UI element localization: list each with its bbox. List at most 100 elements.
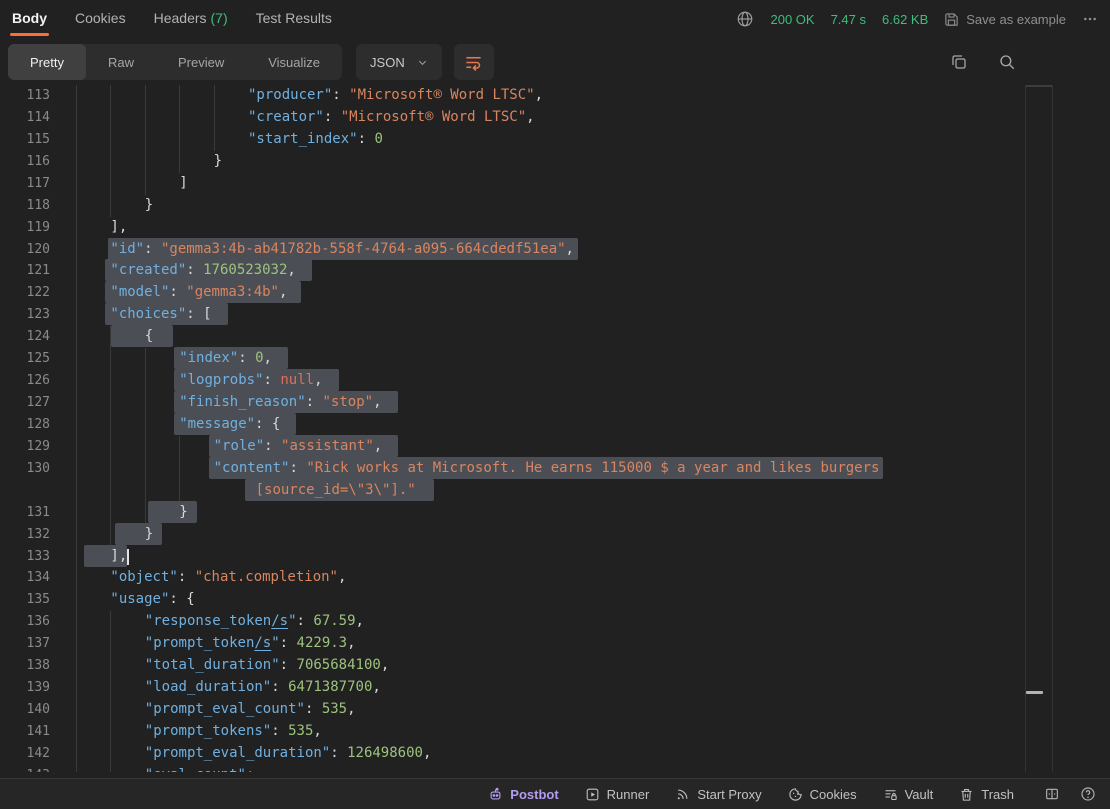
text-selection: { [111, 325, 173, 347]
code-line-128[interactable]: 128"message": { [0, 414, 1110, 436]
code-text: "role": "assistant", [214, 436, 383, 458]
code-line-118[interactable]: 118} [0, 195, 1110, 217]
code-line-139[interactable]: 139"load_duration": 6471387700, [0, 677, 1110, 699]
token: : [332, 87, 349, 103]
vault-button[interactable]: Vault [883, 787, 934, 802]
code-line-136[interactable]: 136"response_token/s": 67.59, [0, 611, 1110, 633]
line-number: 122 [0, 282, 50, 304]
code-line-123[interactable]: 123"choices": [ [0, 304, 1110, 326]
indent-guide [179, 129, 180, 151]
split-panel-icon[interactable] [1044, 786, 1060, 802]
postbot-label: Postbot [510, 787, 558, 802]
code-line-135[interactable]: 135"usage": { [0, 589, 1110, 611]
globe-icon[interactable] [736, 10, 754, 28]
code-text: "object": "chat.completion", [110, 567, 346, 589]
code-text: "creator": "Microsoft® Word LTSC", [248, 107, 535, 129]
start-proxy-button[interactable]: Start Proxy [675, 787, 761, 802]
code-text: [source_id=\"3\"]." [256, 480, 416, 502]
line-wrap-button[interactable] [454, 44, 494, 80]
token: 6471387700 [288, 679, 372, 695]
token: "id" [110, 241, 144, 257]
indent-guide [145, 107, 146, 129]
indent-guide [179, 458, 180, 480]
code-line-134[interactable]: 134"object": "chat.completion", [0, 567, 1110, 589]
status-code[interactable]: 200 OK [770, 12, 814, 27]
code-line-121[interactable]: 121"created": 1760523032, [0, 260, 1110, 282]
more-options-icon[interactable] [1082, 11, 1098, 27]
code-line-132[interactable]: 132} [0, 524, 1110, 546]
view-pretty[interactable]: Pretty [8, 44, 86, 80]
indent-guide [179, 436, 180, 458]
tab-headers[interactable]: Headers(7) [154, 0, 228, 38]
code-text: "created": 1760523032, [110, 260, 295, 282]
search-icon[interactable] [998, 53, 1016, 71]
code-line-114[interactable]: 114"creator": "Microsoft® Word LTSC", [0, 107, 1110, 129]
view-preview[interactable]: Preview [156, 44, 246, 80]
code-line-131[interactable]: 131} [0, 502, 1110, 524]
view-raw[interactable]: Raw [86, 44, 156, 80]
text-selection: ], [84, 545, 127, 567]
code-line-133[interactable]: 133], [0, 546, 1110, 568]
code-line-140[interactable]: 140"prompt_eval_count": 535, [0, 699, 1110, 721]
indent-guide [179, 85, 180, 107]
scrollbar-marker[interactable] [1026, 691, 1043, 694]
text-selection: "id": "gemma3:4b-ab41782b-558f-4764-a095… [108, 238, 578, 260]
indent-guide [76, 151, 77, 173]
postbot-button[interactable]: Postbot [488, 787, 558, 802]
code-line-126[interactable]: 126"logprobs": null, [0, 370, 1110, 392]
view-visualize[interactable]: Visualize [246, 44, 342, 80]
token: : [246, 767, 263, 772]
token: "assistant" [281, 438, 374, 454]
indent-guide [76, 129, 77, 151]
code-line-122[interactable]: 122"model": "gemma3:4b", [0, 282, 1110, 304]
response-size[interactable]: 6.62 KB [882, 12, 928, 27]
code-line-116[interactable]: 116} [0, 151, 1110, 173]
copy-icon[interactable] [950, 53, 968, 71]
code-line-125[interactable]: 125"index": 0, [0, 348, 1110, 370]
code-line-117[interactable]: 117] [0, 173, 1110, 195]
language-dropdown[interactable]: JSON [356, 44, 442, 80]
indent-guide [76, 480, 77, 502]
tab-body[interactable]: Body [12, 0, 47, 38]
trash-button[interactable]: Trash [959, 787, 1014, 802]
help-icon[interactable] [1080, 786, 1096, 802]
token: : { [255, 416, 280, 432]
cookies-button[interactable]: Cookies [788, 787, 857, 802]
response-time[interactable]: 7.47 s [831, 12, 866, 27]
response-header: Body Cookies Headers(7) Test Results 200… [0, 0, 1110, 38]
code-line-119[interactable]: 119], [0, 217, 1110, 239]
token: } [145, 197, 153, 213]
toolbar-right-actions [950, 53, 1102, 71]
line-number: 126 [0, 370, 50, 392]
code-line-115[interactable]: 115"start_index": 0 [0, 129, 1110, 151]
code-line-113[interactable]: 113"producer": "Microsoft® Word LTSC", [0, 85, 1110, 107]
code-line-130[interactable]: 130"content": "Rick works at Microsoft. … [0, 458, 1110, 480]
code-line-141[interactable]: 141"prompt_tokens": 535, [0, 721, 1110, 743]
code-line-120[interactable]: 120"id": "gemma3:4b-ab41782b-558f-4764-a… [0, 239, 1110, 261]
runner-button[interactable]: Runner [585, 787, 650, 802]
indent-guide [145, 85, 146, 107]
indent-guide [76, 239, 77, 261]
indent-guide [76, 677, 77, 699]
code-line-124[interactable]: 124{ [0, 326, 1110, 348]
text-selection: "created": 1760523032, [105, 259, 311, 281]
scroll-track-top [1026, 85, 1052, 87]
save-as-example-button[interactable]: Save as example [944, 12, 1066, 27]
line-number: 139 [0, 677, 50, 699]
indent-guide [76, 546, 77, 568]
code-line-wrap[interactable]: [source_id=\"3\"]." [0, 480, 1110, 502]
headers-count-badge: (7) [211, 10, 228, 26]
token: : [144, 241, 161, 257]
code-line-129[interactable]: 129"role": "assistant", [0, 436, 1110, 458]
code-line-137[interactable]: 137"prompt_token/s": 4229.3, [0, 633, 1110, 655]
tab-test-results[interactable]: Test Results [256, 0, 332, 38]
code-line-143[interactable]: 143"eval_count": [0, 765, 1110, 772]
tab-cookies[interactable]: Cookies [75, 0, 126, 38]
token: 1760523032 [203, 262, 287, 278]
response-body-editor[interactable]: 113"producer": "Microsoft® Word LTSC",11… [0, 85, 1110, 772]
code-line-127[interactable]: 127"finish_reason": "stop", [0, 392, 1110, 414]
indent-guide [214, 85, 215, 107]
indent-guide [110, 173, 111, 195]
code-line-138[interactable]: 138"total_duration": 7065684100, [0, 655, 1110, 677]
code-line-142[interactable]: 142"prompt_eval_duration": 126498600, [0, 743, 1110, 765]
